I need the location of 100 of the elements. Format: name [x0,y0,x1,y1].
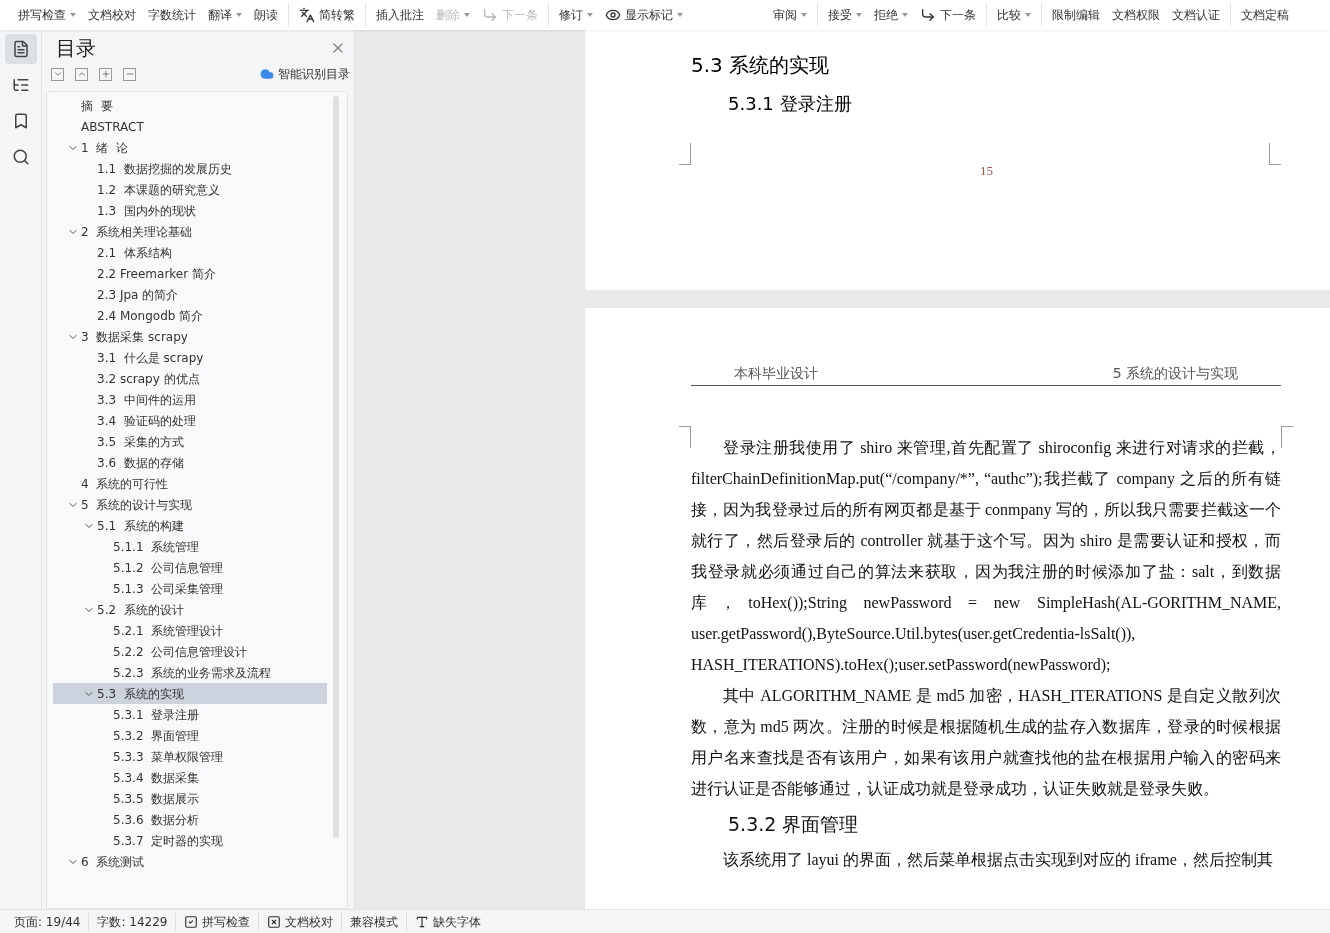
rail-button[interactable] [4,34,37,64]
outline-item[interactable]: 1.1 数据挖掘的发展历史 [53,158,327,179]
outline-item[interactable]: 5.2 系统的设计 [53,599,327,620]
status-button[interactable]: 拼写检查 [184,912,251,931]
outline-item[interactable]: 5.3.1 登录注册 [53,704,327,725]
toolbar-button[interactable]: 朗读 [248,3,284,27]
expand-up-button[interactable] [75,67,88,81]
convert-icon [299,7,315,23]
outline-icon [11,40,30,58]
body-paragraph: 登录注册我使用了 shiro 来管理,首先配置了 shiroconfig 来进行对请求的拦截，filterChainDefinitionMap.put(“/company/*”, “authc”);我拦截了 company 之后的所有链接，因为我登录过后的所有网页都是基于 conmpany 写的，所以我只需要拦截这一个就行了，然后登录后的 controller 就基于这个写。因为 shiro 是需要认证和授权，而我登录就必须通过自己的算法来获取，因为我注册的时候添加了盐：salt，到数据库，toHex());String newPassword = new SimpleHash(AL-GORITHM_NAME, user.getPassword(),ByteSource.Util.bytes(user.getCredentia-lsSalt()), HASH_ITERATIONS).toHex();user.setPassword(newPassword); [691,438,1281,676]
toolbar-button[interactable]: 接受 [822,3,868,27]
outline-item[interactable]: 5.1.1 系统管理 [53,536,327,557]
plus-icon [100,69,111,79]
body-paragraph: 其中 ALGORITHM_NAME 是 md5 加密，HASH_ITERATIONS 是自定义散列次数，意为 md5 两次。注册的时候是根据随机生成的盐存入数据库，登录的时候根据用户名来查找是否有该用户，如果有该用户就查找他的盐在根据用户输入的密码来进行认证是否能够通过，认证成功就是登录成功，认证失败就是登录失败。 [691,686,1281,799]
toolbar-button[interactable]: 插入批注 [370,3,430,27]
caret-icon [801,13,807,17]
section-heading: 5.3.2 界面管理 [727,812,860,837]
outline-item[interactable]: 5.3.7 定时器的实现 [53,830,327,851]
outline-item[interactable]: 5.3.2 界面管理 [53,725,327,746]
page-number: 15 [980,162,994,180]
outline-item[interactable]: 5.3.5 数据展示 [53,788,327,809]
toolbar-button[interactable]: 简转繁 [293,3,361,27]
outline-item[interactable]: 5.3.4 数据采集 [53,767,327,788]
outline-item[interactable]: 摘 要 [53,95,327,116]
outline-item[interactable]: 3.2 scrapy 的优点 [53,368,327,389]
outline-item[interactable]: 5.3.3 菜单权限管理 [53,746,327,767]
markup-icon [605,7,621,23]
caret-icon [464,13,470,17]
status-button[interactable]: 文档校对 [267,912,334,931]
outline-item[interactable]: 5.2.1 系统管理设计 [53,620,327,641]
outline-item[interactable]: 1.2 本课题的研究意义 [53,179,327,200]
outline-item[interactable]: 6 系统测试 [53,851,327,872]
caret-icon [70,13,76,17]
search-icon [11,148,30,166]
status-text: 兼容模式 [350,913,399,931]
outline-item[interactable]: 5.2.3 系统的业务需求及流程 [53,662,327,683]
status-button[interactable]: 缺失字体 [415,912,482,931]
checkbox-icon [184,914,199,929]
section-heading: 5.3 系统的实现 [691,52,831,78]
caret-icon [856,13,862,17]
smart-outline-link[interactable]: 智能识别目录 [260,65,350,83]
outline-item[interactable]: 1.3 国内外的现状 [53,200,327,221]
toolbar-button[interactable]: 文档认证 [1166,3,1226,27]
add-button[interactable] [99,67,112,81]
crop-mark [679,426,691,448]
outline-item[interactable]: 5 系统的设计与实现 [53,494,327,515]
caret-icon [587,13,593,17]
toolbar-button[interactable]: 限制编辑 [1046,3,1106,27]
outline-item[interactable]: 3.4 验证码的处理 [53,410,327,431]
toolbar-button[interactable]: 翻译 [202,3,248,27]
outline-item[interactable]: 1 绪 论 [53,137,327,158]
toolbar-button[interactable]: 显示标记 [599,3,689,27]
collapse-button[interactable] [51,67,64,81]
outline-item[interactable]: 2.2 Freemarker 简介 [53,263,327,284]
toolbar-button[interactable]: 文档权限 [1106,3,1166,27]
outline-item[interactable]: 5.3 系统的实现 [53,683,327,704]
toolbar-button[interactable]: 拼写检查 [12,3,82,27]
next-icon [920,7,936,23]
crop-mark [1281,426,1293,448]
outline-item[interactable]: 3.1 什么是 scrapy [53,347,327,368]
crop-mark [1269,143,1281,165]
toolbar-button[interactable]: 修订 [553,3,599,27]
outline-item[interactable]: 3.3 中间件的运用 [53,389,327,410]
toolbar-button[interactable]: 文档校对 [82,3,142,27]
outline-item[interactable]: ABSTRACT [53,116,327,137]
caret-icon [677,13,683,17]
toolbar-button[interactable]: 比较 [991,3,1037,27]
remove-button[interactable] [123,67,136,81]
outline-item[interactable]: 3.5 采集的方式 [53,431,327,452]
tree-icon [11,76,30,94]
outline-item[interactable]: 2.4 Mongodb 简介 [53,305,327,326]
outline-item[interactable]: 5.1.3 公司采集管理 [53,578,327,599]
outline-item[interactable]: 2.1 体系结构 [53,242,327,263]
cloud-icon [260,67,274,81]
outline-item[interactable]: 3 数据采集 scrapy [53,326,327,347]
caret-icon [1025,13,1031,17]
toolbar-button[interactable]: 文档定稿 [1235,3,1295,27]
outline-item[interactable]: 3.6 数据的存储 [53,452,327,473]
scrollbar[interactable] [333,96,339,838]
subsection-heading: 5.3.1 登录注册 [728,92,853,116]
page-header-text: 本科毕业设计 [734,364,818,383]
outline-item[interactable]: 5.1.2 公司信息管理 [53,557,327,578]
toolbar-button[interactable]: 审阅 [767,3,813,27]
page-header-text: 5 系统的设计与实现 [1112,364,1238,383]
crop-mark [679,143,691,165]
next-icon [482,7,498,23]
outline-item[interactable]: 2.3 Jpa 的简介 [53,284,327,305]
outline-item[interactable]: 5.2.2 公司信息管理设计 [53,641,327,662]
toolbar-button[interactable]: 拒绝 [868,3,914,27]
panel-title: 目录 [56,35,96,62]
outline-item[interactable]: 4 系统的可行性 [53,473,327,494]
outline-item[interactable]: 5.3.6 数据分析 [53,809,327,830]
outline-item[interactable]: 5.1 系统的构建 [53,515,327,536]
chevron-down-icon [52,69,63,79]
proofread-icon [267,914,282,929]
status-text: 字数: 14229 [97,913,168,931]
toolbar-button[interactable]: 下一条 [914,3,982,27]
outline-item[interactable]: 2 系统相关理论基础 [53,221,327,242]
toolbar-button[interactable]: 字数统计 [142,3,202,27]
body-paragraph: 该系统用了 layui 的界面，然后菜单根据点击实现到对应的 iframe，然后控制其 [722,850,1274,871]
